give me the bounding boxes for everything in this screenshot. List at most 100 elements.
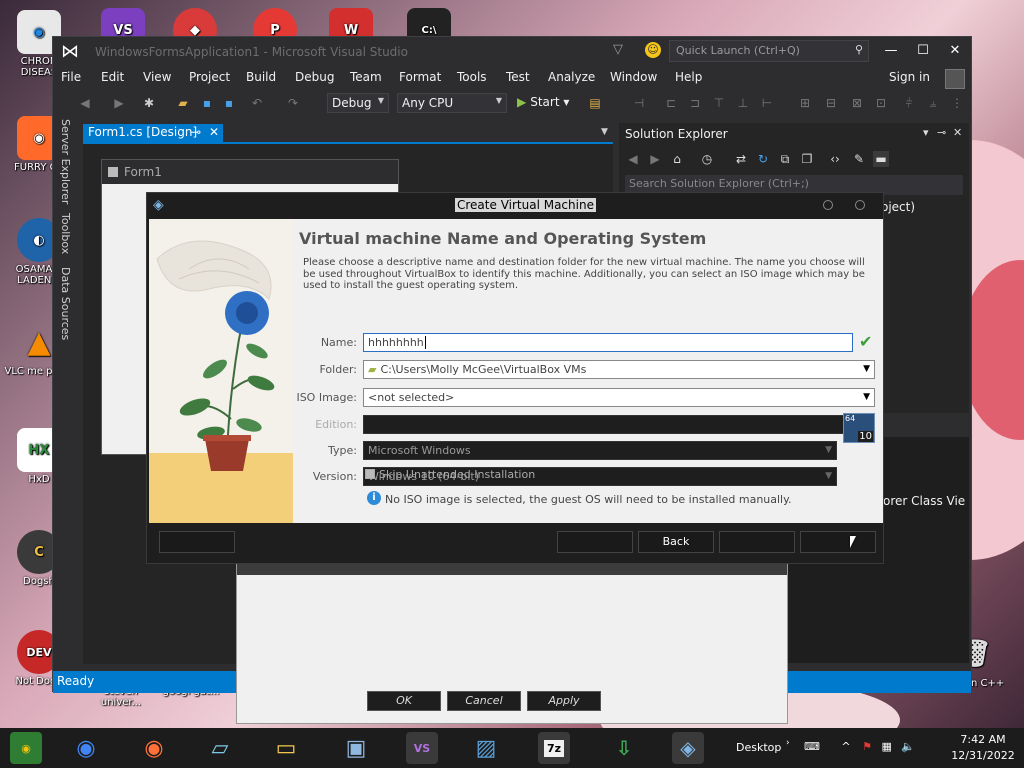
keyboard-icon[interactable]: ⌨ — [804, 740, 820, 753]
pin-icon[interactable]: ⊸ — [191, 125, 201, 139]
align-center-icon[interactable]: ⊐ — [687, 95, 703, 111]
home-icon[interactable]: ⌂ — [669, 151, 685, 167]
network-status-icon[interactable]: ▦ — [881, 740, 891, 753]
taskbar-network[interactable]: ▣ — [340, 732, 372, 764]
feedback-smiley-icon[interactable]: ☺ — [645, 42, 661, 58]
make-same-size-icon[interactable]: ⊞ — [797, 95, 813, 111]
filter-icon[interactable]: ▽ — [613, 42, 623, 57]
order-icon[interactable]: ⫨ — [925, 95, 941, 111]
taskbar-notepad[interactable]: ▱ — [204, 732, 236, 764]
tab-data-sources[interactable]: Data Sources — [59, 267, 72, 340]
taskbar-download[interactable]: ⇩ — [608, 732, 640, 764]
new-project-icon[interactable]: ✱ — [141, 95, 157, 111]
close-dot-icon[interactable] — [855, 200, 865, 210]
menu-team[interactable]: Team — [350, 70, 382, 84]
close-tab-icon[interactable]: ✕ — [209, 125, 219, 139]
menu-build[interactable]: Build — [246, 70, 276, 84]
minimize-button[interactable]: — — [879, 41, 903, 61]
account-avatar-icon[interactable] — [945, 69, 965, 89]
copy-icon[interactable]: ❐ — [799, 151, 815, 167]
back-arrow-icon[interactable]: ◀ — [77, 95, 93, 111]
taskbar-virtualbox[interactable]: ◈ — [672, 732, 704, 764]
undo-icon[interactable]: ↶ — [249, 95, 265, 111]
align-left-icon[interactable]: ⊏ — [663, 95, 679, 111]
preview-icon[interactable]: ▬ — [873, 151, 889, 167]
menu-tools[interactable]: Tools — [457, 70, 487, 84]
taskbar-chrome[interactable]: ◉ — [70, 732, 102, 764]
open-folder-icon[interactable]: ▰ — [175, 95, 191, 111]
panel-tabs-fragment[interactable]: orer Class Vie — [883, 494, 965, 508]
menu-format[interactable]: Format — [399, 70, 441, 84]
document-list-chevron-icon[interactable]: ▼ — [601, 127, 608, 137]
volume-icon[interactable]: 🔈 — [901, 740, 915, 753]
chevron-down-icon[interactable]: ▾ — [923, 126, 929, 139]
properties-icon[interactable]: ✎ — [851, 151, 867, 167]
document-tab-form1-design[interactable]: Form1.cs [Design] ⊸ ✕ — [83, 124, 223, 142]
menu-debug[interactable]: Debug — [295, 70, 334, 84]
menu-analyze[interactable]: Analyze — [548, 70, 595, 84]
center-icon[interactable]: ⫩ — [901, 95, 917, 111]
sign-in-link[interactable]: Sign in — [889, 70, 930, 84]
pin-icon[interactable]: ⊸ — [937, 126, 946, 139]
type-select[interactable]: Microsoft Windows ▼ — [363, 441, 837, 460]
attach-icon[interactable]: ▤ — [587, 95, 603, 111]
solution-configuration-select[interactable]: Debug ▼ — [327, 93, 389, 113]
align-middle-icon[interactable]: ⊢ — [759, 95, 775, 111]
maximize-button[interactable]: ☐ — [911, 41, 935, 61]
taskbar-file-explorer[interactable]: ▭ — [270, 732, 302, 764]
code-icon[interactable]: ‹› — [827, 151, 843, 167]
menu-help[interactable]: Help — [675, 70, 702, 84]
solution-platform-select[interactable]: Any CPU ▼ — [397, 93, 507, 113]
edition-select[interactable]: ▼ — [363, 415, 875, 434]
menu-view[interactable]: View — [143, 70, 171, 84]
cancel-button[interactable]: Cancel — [447, 691, 521, 711]
overflow-icon[interactable]: ⋮ — [949, 95, 965, 111]
apply-button[interactable]: Apply — [527, 691, 601, 711]
align-icon[interactable]: ⊣ — [631, 95, 647, 111]
iso-image-select[interactable]: <not selected> ▼ — [363, 388, 875, 407]
redo-icon[interactable]: ↷ — [285, 95, 301, 111]
solution-project-node[interactable]: oject) — [881, 200, 915, 214]
taskbar-7zip[interactable]: 7z — [538, 732, 570, 764]
next-button[interactable] — [719, 531, 795, 553]
forward-icon[interactable]: ▶ — [647, 151, 663, 167]
ok-button[interactable]: OK — [367, 691, 441, 711]
refresh-icon[interactable]: ↻ — [755, 151, 771, 167]
save-all-icon[interactable]: ▪ — [221, 95, 237, 111]
quick-launch-input[interactable]: Quick Launch (Ctrl+Q) ⚲ — [669, 40, 869, 62]
minimize-dot-icon[interactable] — [823, 200, 833, 210]
clock[interactable]: 7:42 AM 12/31/2022 — [950, 732, 1016, 764]
collapse-icon[interactable]: ⧉ — [777, 151, 793, 167]
skip-unattended-checkbox[interactable] — [365, 469, 375, 479]
chevron-up-icon[interactable]: ^ — [841, 740, 850, 753]
start-debugging-button[interactable]: ▶ Start ▾ — [517, 95, 569, 109]
dialog-title-bar[interactable]: ◈ Create Virtual Machine — [147, 193, 883, 217]
sync-icon[interactable]: ⇄ — [733, 151, 749, 167]
title-bar[interactable]: ⋈ WindowsFormsApplication1 - Microsoft V… — [53, 37, 971, 67]
desktop-toolbar-label[interactable]: Desktop — [736, 741, 781, 754]
align-right-icon[interactable]: ⊤ — [711, 95, 727, 111]
forward-arrow-icon[interactable]: ▶ — [111, 95, 127, 111]
menu-test[interactable]: Test — [506, 70, 530, 84]
expert-mode-button[interactable] — [557, 531, 633, 553]
spacing-icon[interactable]: ⊠ — [849, 95, 865, 111]
size-grid-icon[interactable]: ⊟ — [823, 95, 839, 111]
close-icon[interactable]: ✕ — [953, 126, 962, 139]
help-button[interactable] — [159, 531, 235, 553]
history-icon[interactable]: ◷ — [699, 151, 715, 167]
taskbar-firefox[interactable]: ◉ — [138, 732, 170, 764]
menu-window[interactable]: Window — [610, 70, 657, 84]
tab-toolbox[interactable]: Toolbox — [59, 213, 72, 254]
menu-edit[interactable]: Edit — [101, 70, 124, 84]
cancel-button[interactable] — [800, 531, 876, 553]
back-button[interactable]: Back — [638, 531, 714, 553]
taskbar-photos[interactable]: ▨ — [470, 732, 502, 764]
align-top-icon[interactable]: ⊥ — [735, 95, 751, 111]
menu-file[interactable]: File — [61, 70, 81, 84]
tab-server-explorer[interactable]: Server Explorer — [59, 119, 72, 204]
taskbar-visual-studio[interactable]: VS — [406, 732, 438, 764]
spacing-icon[interactable]: ⊡ — [873, 95, 889, 111]
back-icon[interactable]: ◀ — [625, 151, 641, 167]
security-flag-icon[interactable]: ⚑ — [862, 740, 872, 753]
taskbar-chrome-old[interactable]: ◉ — [10, 732, 42, 764]
